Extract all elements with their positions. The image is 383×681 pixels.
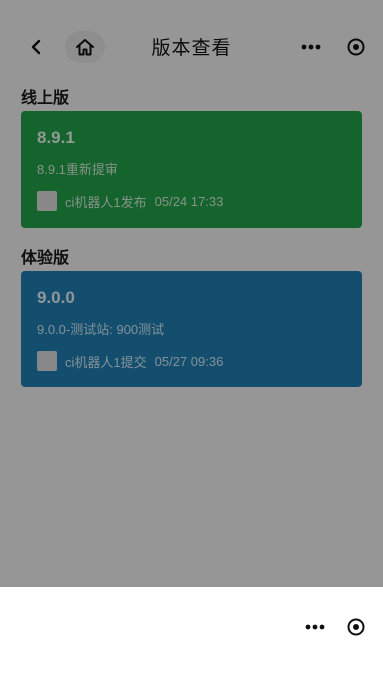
more-button[interactable] bbox=[301, 44, 321, 50]
avatar bbox=[37, 191, 57, 211]
timestamp: 05/27 09:36 bbox=[154, 353, 224, 369]
version-view-page: 版本查看 线上版 8.9.1 8.9.1重新提审 ci机器人1发布 05/24 … bbox=[0, 0, 383, 587]
version-number: 9.0.0 bbox=[37, 288, 75, 307]
author-label: ci机器人1发布 bbox=[65, 194, 147, 210]
more-dots-icon bbox=[305, 624, 325, 630]
bottom-sheet bbox=[0, 587, 383, 681]
close-miniprogram-button[interactable] bbox=[347, 38, 365, 56]
sheet-close-button[interactable] bbox=[347, 618, 365, 636]
navigation-bar: 版本查看 bbox=[0, 0, 383, 84]
target-circle-icon bbox=[347, 618, 365, 636]
target-circle-icon bbox=[347, 38, 365, 56]
version-number: 8.9.1 bbox=[37, 128, 75, 147]
author-label: ci机器人1提交 bbox=[65, 354, 147, 370]
nav-right-capsule bbox=[295, 31, 375, 63]
timestamp: 05/24 17:33 bbox=[154, 193, 224, 209]
sheet-capsule bbox=[299, 611, 375, 643]
section-title-trial: 体验版 bbox=[21, 250, 70, 267]
sheet-more-button[interactable] bbox=[305, 624, 325, 630]
version-description: 9.0.0-测试站: 900测试 bbox=[37, 322, 165, 337]
online-version-card[interactable]: 8.9.1 8.9.1重新提审 ci机器人1发布 05/24 17:33 bbox=[21, 111, 362, 228]
more-dots-icon bbox=[301, 44, 321, 50]
version-description: 8.9.1重新提审 bbox=[37, 162, 118, 177]
version-meta: ci机器人1发布 05/24 17:33 bbox=[37, 191, 223, 211]
avatar bbox=[37, 351, 57, 371]
section-title-online: 线上版 bbox=[21, 90, 70, 107]
version-meta: ci机器人1提交 05/27 09:36 bbox=[37, 351, 223, 371]
trial-version-card[interactable]: 9.0.0 9.0.0-测试站: 900测试 ci机器人1提交 05/27 09… bbox=[21, 271, 362, 387]
